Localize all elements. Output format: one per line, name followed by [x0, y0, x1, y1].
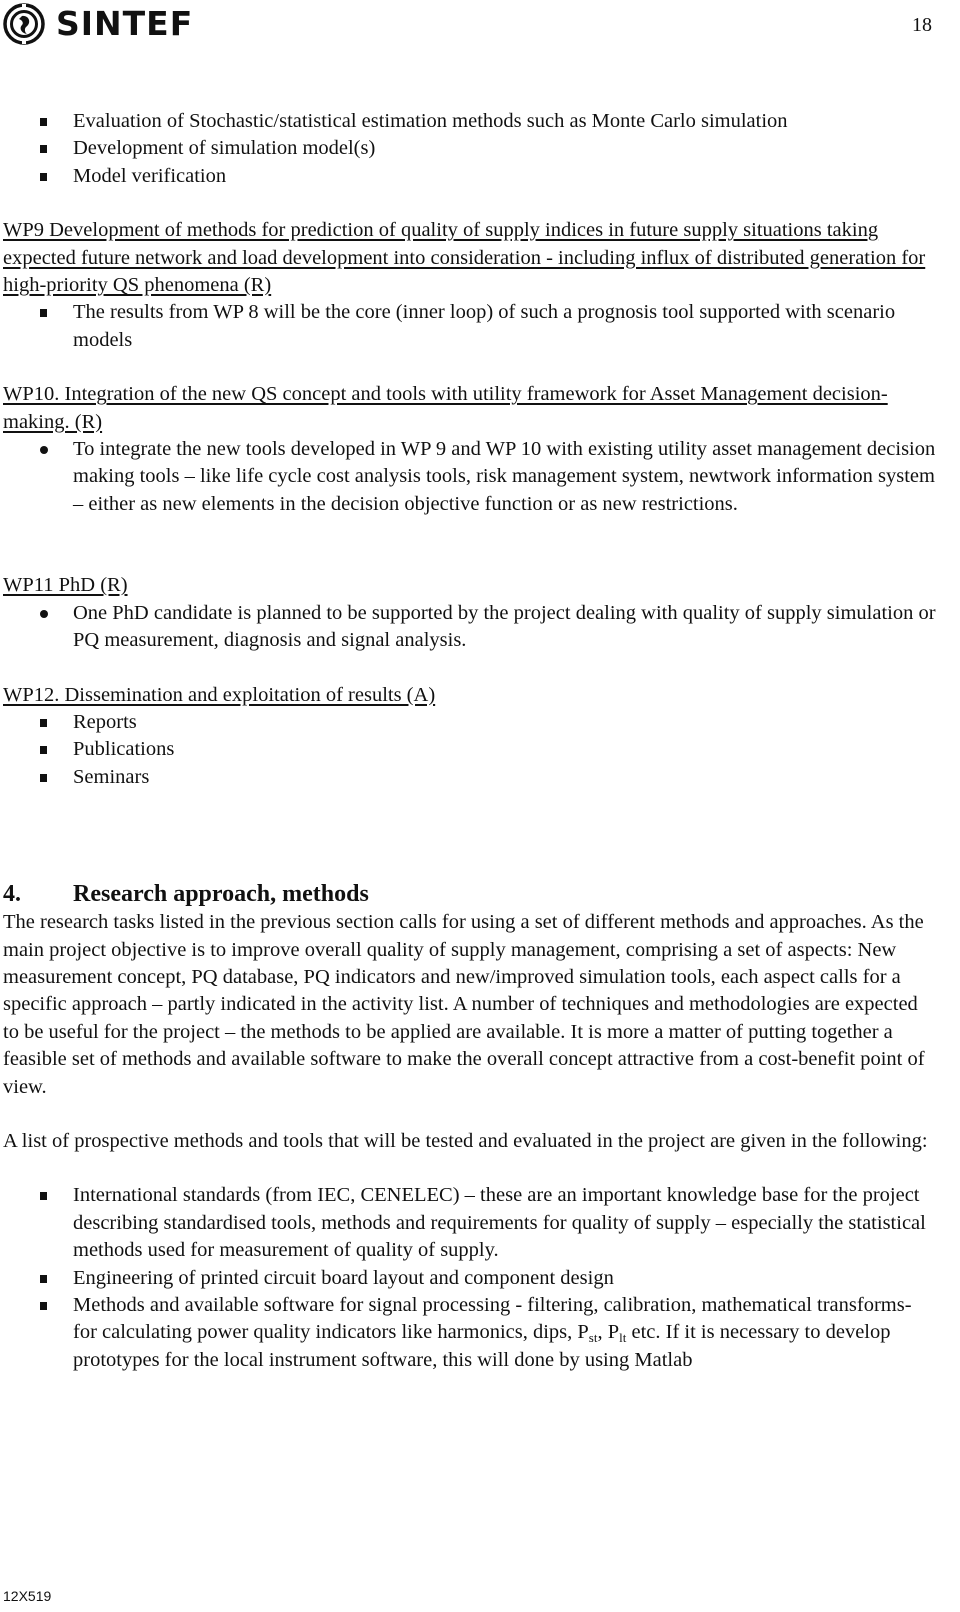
list-item: Publications — [3, 736, 938, 763]
wp8-bullet-list: Evaluation of Stochastic/statistical est… — [3, 108, 938, 190]
sintef-emblem-icon — [3, 3, 45, 45]
list-item: Model verification — [3, 163, 938, 190]
document-code: 12X519 — [3, 1588, 52, 1604]
wp11-heading: WP11 PhD (R) — [3, 574, 128, 597]
wp10-heading: WP10. Integration of the new QS concept … — [3, 383, 888, 433]
list-item: International standards (from IEC, CENEL… — [3, 1182, 938, 1264]
wp9-bullet-list: The results from WP 8 will be the core (… — [3, 299, 938, 354]
wp12-bullet-list: Reports Publications Seminars — [3, 709, 938, 791]
list-item: Engineering of printed circuit board lay… — [3, 1265, 938, 1292]
square-bullet-icon — [40, 172, 47, 181]
section-heading: 4. Research approach, methods — [3, 879, 938, 909]
section-title: Research approach, methods — [73, 881, 369, 908]
square-bullet-icon — [40, 1274, 47, 1283]
section-paragraph: A list of prospective methods and tools … — [3, 1129, 928, 1152]
wp10-bullet-list: To integrate the new tools developed in … — [3, 436, 938, 518]
logo-text: SINTEF — [56, 4, 194, 43]
methods-bullet-list: International standards (from IEC, CENEL… — [3, 1182, 938, 1374]
square-bullet-icon — [40, 718, 47, 727]
wp12-heading: WP12. Dissemination and exploitation of … — [3, 683, 436, 706]
wp9-heading: WP9 Development of methods for predictio… — [3, 219, 926, 297]
document-body: Evaluation of Stochastic/statistical est… — [3, 108, 938, 1374]
square-bullet-icon — [40, 309, 47, 318]
square-bullet-icon — [40, 773, 47, 782]
list-item: To integrate the new tools developed in … — [3, 436, 938, 518]
square-bullet-icon — [40, 145, 47, 154]
wp11-bullet-list: One PhD candidate is planned to be suppo… — [3, 600, 938, 655]
section-paragraph: The research tasks listed in the previou… — [3, 911, 925, 1098]
list-item: One PhD candidate is planned to be suppo… — [3, 600, 938, 655]
square-bullet-icon — [40, 118, 47, 126]
list-item: Methods and available software for signa… — [3, 1292, 938, 1374]
list-item: Development of simulation model(s) — [3, 135, 938, 162]
sintef-logo: SINTEF — [2, 3, 193, 45]
list-item: Seminars — [3, 764, 938, 791]
square-bullet-icon — [40, 1192, 47, 1201]
square-bullet-icon — [40, 1302, 47, 1310]
square-bullet-icon — [40, 746, 47, 755]
list-item: Evaluation of Stochastic/statistical est… — [3, 108, 938, 135]
round-bullet-icon — [40, 446, 48, 455]
section-number: 4. — [3, 881, 21, 908]
list-item: Reports — [3, 709, 938, 736]
list-item: The results from WP 8 will be the core (… — [3, 299, 938, 354]
round-bullet-icon — [40, 609, 48, 618]
page-number: 18 — [912, 14, 932, 36]
page-header: SINTEF 18 — [0, 0, 960, 50]
